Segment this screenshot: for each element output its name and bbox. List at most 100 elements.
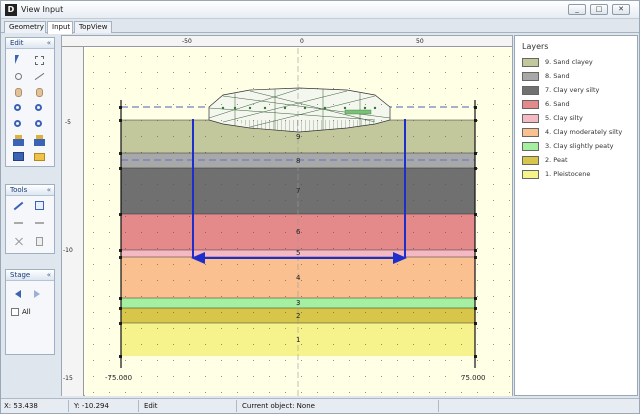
- collapse-icon[interactable]: «: [47, 38, 51, 48]
- grid-dot: [317, 360, 318, 361]
- zoom-extents-icon[interactable]: [33, 118, 46, 131]
- delete-icon[interactable]: [12, 235, 25, 248]
- grid-dot: [109, 152, 110, 153]
- layer-number-label: 2: [296, 312, 300, 320]
- grid-dot: [477, 88, 478, 89]
- grid-dot: [429, 120, 430, 121]
- grid-dot: [93, 296, 94, 297]
- grid-dot: [349, 72, 350, 73]
- grid-dot: [157, 232, 158, 233]
- pan-icon[interactable]: [12, 86, 25, 99]
- add-point-icon[interactable]: [12, 70, 25, 83]
- maximize-button[interactable]: □: [590, 4, 608, 15]
- grid-dot: [173, 168, 174, 169]
- grid-dot: [413, 136, 414, 137]
- zoom-in-icon[interactable]: [12, 102, 25, 115]
- tool-wand-icon[interactable]: [12, 199, 25, 212]
- status-y-coordinate: Y: -10.294: [71, 400, 139, 412]
- copy-icon[interactable]: [33, 235, 46, 248]
- tools-panel-header[interactable]: Tools «: [6, 185, 54, 196]
- close-button[interactable]: ✕: [612, 4, 630, 15]
- grid-dot: [413, 312, 414, 313]
- cross-section-area[interactable]: 9 8 7 6 5 4 3 2 1 -75.000 75.000: [85, 48, 512, 396]
- grid-dot: [477, 232, 478, 233]
- grid-dot: [141, 376, 142, 377]
- grid-dot: [125, 248, 126, 249]
- grid-dot: [397, 392, 398, 393]
- edit-panel: Edit «: [5, 37, 55, 167]
- zoom-out-icon[interactable]: [33, 102, 46, 115]
- grid-dot: [205, 264, 206, 265]
- select-window-icon[interactable]: [33, 54, 46, 67]
- redo-icon[interactable]: [33, 217, 46, 230]
- edit-panel-header[interactable]: Edit «: [6, 38, 54, 49]
- grid-dot: [381, 72, 382, 73]
- grid-dot: [189, 232, 190, 233]
- tab-geometry[interactable]: Geometry: [4, 21, 46, 33]
- layer-name: 7. Clay very silty: [545, 86, 600, 94]
- boundary-icon[interactable]: [12, 150, 25, 163]
- grid-dot: [365, 136, 366, 137]
- layers-panel: Layers 9. Sand clayey 8. Sand 7. Clay ve…: [514, 35, 638, 396]
- grid-dot: [477, 152, 478, 153]
- grid-dot: [413, 280, 414, 281]
- stage-next-icon[interactable]: [30, 287, 43, 300]
- tab-topview[interactable]: TopView: [74, 21, 112, 33]
- grid-dot: [253, 264, 254, 265]
- grid-dot: [333, 376, 334, 377]
- checkbox-box[interactable]: [11, 308, 19, 316]
- soil-icon[interactable]: [33, 134, 46, 147]
- grid-dot: [333, 56, 334, 57]
- undo-icon[interactable]: [12, 217, 25, 230]
- embankment[interactable]: [208, 87, 391, 133]
- tool-properties-icon[interactable]: [33, 199, 46, 212]
- grid-dot: [365, 216, 366, 217]
- grid-dot: [317, 136, 318, 137]
- grid-dot: [93, 168, 94, 169]
- grid-dot: [381, 88, 382, 89]
- grid-dot: [93, 344, 94, 345]
- collapse-icon[interactable]: «: [47, 185, 51, 195]
- grid-dot: [253, 360, 254, 361]
- grid-dot: [285, 200, 286, 201]
- select-arrow-icon[interactable]: [12, 54, 25, 67]
- zoom-window-icon[interactable]: [12, 118, 25, 131]
- grid-dot: [461, 200, 462, 201]
- grid-dot: [365, 72, 366, 73]
- geometry-icon[interactable]: [12, 134, 25, 147]
- drawing-canvas[interactable]: -50 0 50 -5 -10 -15 9 8 7 6 5 4 3 2 1 -7…: [61, 35, 513, 396]
- grid-dot: [365, 168, 366, 169]
- tab-input[interactable]: Input: [47, 21, 73, 34]
- grid-dot: [173, 296, 174, 297]
- hand-icon[interactable]: [33, 86, 46, 99]
- grid-dot: [317, 120, 318, 121]
- grid-dot: [221, 88, 222, 89]
- folder-icon[interactable]: [33, 150, 46, 163]
- grid-dot: [253, 216, 254, 217]
- add-line-icon[interactable]: [33, 70, 46, 83]
- grid-dot: [125, 72, 126, 73]
- grid-dot: [429, 232, 430, 233]
- layer-number-label: 5: [296, 249, 300, 257]
- layer-color-swatch: [522, 58, 539, 67]
- stage-previous-icon[interactable]: [12, 287, 25, 300]
- minimize-button[interactable]: _: [568, 4, 586, 15]
- grid-dot: [109, 168, 110, 169]
- stage-panel: Stage « All: [5, 269, 55, 355]
- grid-dot: [253, 184, 254, 185]
- grid-dot: [125, 264, 126, 265]
- grid-dot: [429, 104, 430, 105]
- grid-dot: [237, 72, 238, 73]
- grid-dot: [349, 168, 350, 169]
- application-window: D View Input _ □ ✕ Geometry Input TopVie…: [0, 0, 640, 414]
- grid-dot: [237, 264, 238, 265]
- grid-dot: [381, 264, 382, 265]
- grid-dot: [397, 360, 398, 361]
- grid-dot: [301, 264, 302, 265]
- stage-panel-header[interactable]: Stage «: [6, 270, 54, 281]
- vertical-ruler: -5 -10 -15: [62, 47, 84, 396]
- grid-dot: [413, 328, 414, 329]
- grid-dot: [413, 392, 414, 393]
- all-stages-checkbox[interactable]: All: [11, 308, 31, 316]
- collapse-icon[interactable]: «: [47, 270, 51, 280]
